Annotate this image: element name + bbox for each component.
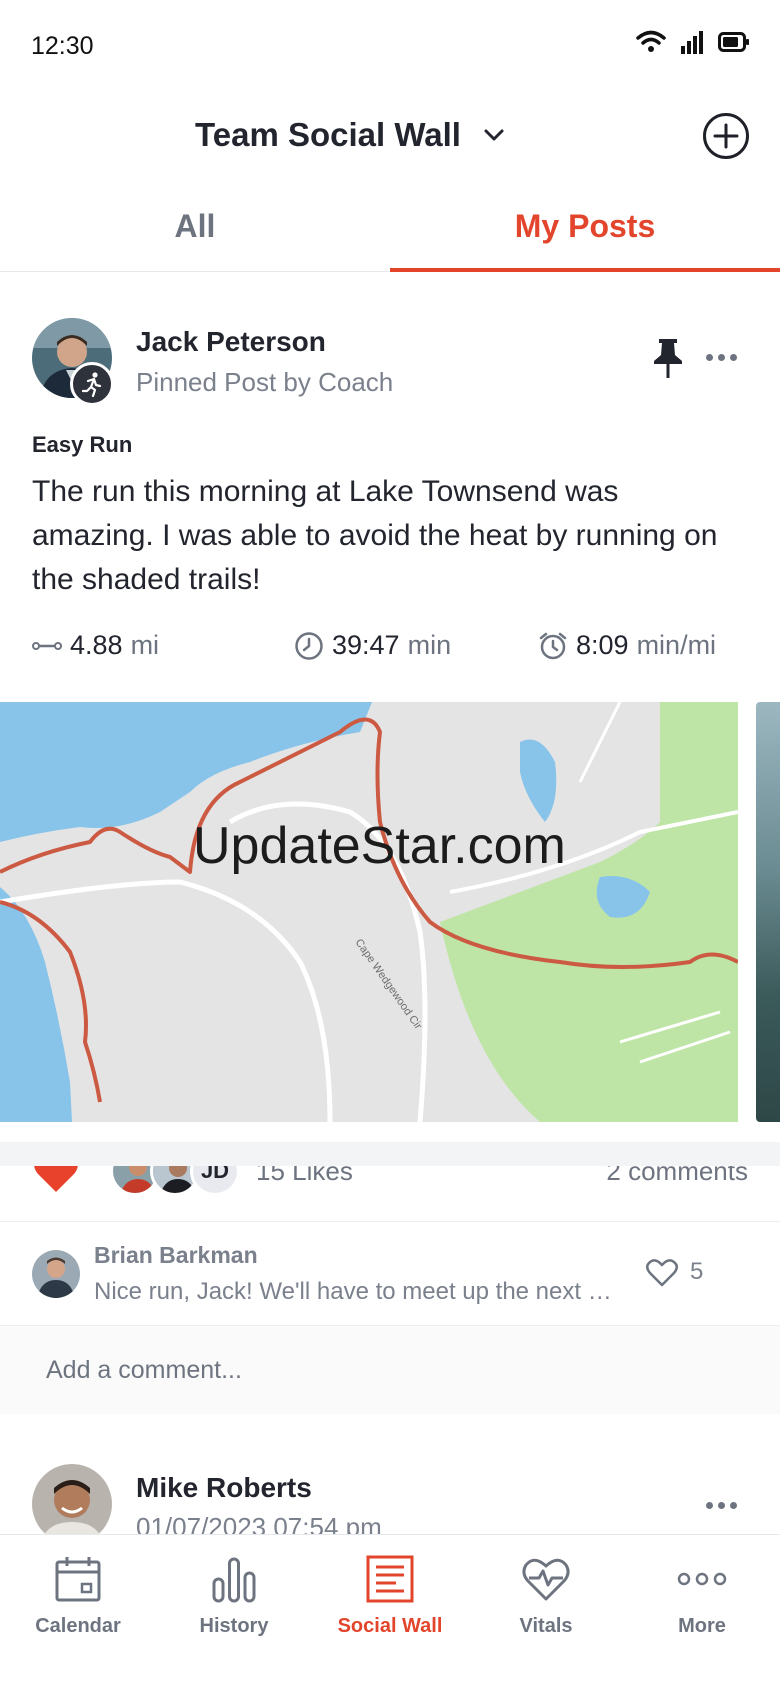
add-post-button[interactable] [702, 112, 750, 160]
nav-more[interactable]: More [624, 1551, 780, 1661]
stat-pace: 8:09 min/mi [538, 630, 716, 661]
status-time: 12:30 [31, 32, 94, 60]
header: Team Social Wall [0, 96, 780, 182]
map-watermark: UpdateStar.com [193, 817, 566, 875]
author-name[interactable]: Mike Roberts [136, 1472, 312, 1504]
bottom-nav: Calendar History Social Wall Vitals More [0, 1534, 780, 1690]
nav-vitals[interactable]: Vitals [468, 1551, 624, 1661]
post-date: 01/07/2023 07:54 pm [136, 1512, 382, 1536]
nav-label: Vitals [519, 1615, 573, 1637]
post-more-button[interactable] [706, 354, 737, 361]
post-subtitle: Pinned Post by Coach [136, 367, 394, 397]
status-bar: 12:30 [0, 0, 780, 96]
clock-icon [295, 631, 323, 660]
runner-icon [81, 372, 102, 397]
pin-icon [650, 336, 686, 385]
duration-unit: min [407, 630, 452, 660]
post-item: Mike Roberts 01/07/2023 07:54 pm [0, 1166, 780, 1536]
stat-distance: 4.88 mi [32, 630, 159, 661]
post-separator [0, 1142, 780, 1166]
distance-unit: mi [130, 630, 160, 660]
route-map[interactable]: Cape Wedgewood Cir UpdateStar.com [0, 702, 738, 1122]
alarm-icon [539, 632, 567, 659]
calendar-icon [55, 1557, 101, 1602]
more-dots-icon [706, 354, 713, 361]
page-title: Team Social Wall [195, 116, 461, 153]
activity-type: Easy Run [32, 432, 133, 457]
more-dots-icon [706, 1502, 713, 1509]
active-tab-indicator [390, 268, 780, 272]
nav-label: Social Wall [337, 1615, 443, 1637]
status-icons [636, 30, 750, 54]
distance-icon [32, 641, 62, 650]
tab-bar: All My Posts [0, 182, 780, 272]
nav-label: History [199, 1615, 269, 1637]
signal-icon [681, 31, 703, 54]
avatar[interactable] [32, 1464, 112, 1536]
tab-my-posts[interactable]: My Posts [390, 182, 780, 272]
runner-badge [70, 362, 114, 406]
heart-pulse-icon [522, 1558, 570, 1601]
chevron-down-icon [484, 129, 504, 141]
post-more-button[interactable] [706, 1502, 737, 1509]
pace-unit: min/mi [636, 630, 717, 660]
wifi-icon [636, 30, 666, 52]
newspaper-icon [366, 1555, 414, 1603]
team-selector[interactable]: Team Social Wall [0, 116, 780, 154]
bar-chart-icon [212, 1557, 256, 1603]
nav-social-wall[interactable]: Social Wall [312, 1551, 468, 1661]
nav-label: More [678, 1615, 726, 1637]
next-photo-thumbnail[interactable] [756, 702, 780, 1122]
tab-all[interactable]: All [0, 182, 390, 272]
nav-calendar[interactable]: Calendar [0, 1551, 156, 1661]
author-name[interactable]: Jack Peterson [136, 326, 326, 358]
stat-duration: 39:47 min [294, 630, 451, 661]
activity-stats: 4.88 mi 39:47 min 8:09 min/mi [32, 630, 752, 670]
more-dots-icon [677, 1572, 727, 1586]
nav-history[interactable]: History [156, 1551, 312, 1661]
battery-icon [718, 32, 749, 52]
distance-value: 4.88 [70, 630, 123, 660]
post-body: The run this morning at Lake Townsend wa… [32, 475, 718, 596]
plus-circle-icon [703, 113, 749, 159]
nav-label: Calendar [35, 1615, 121, 1637]
pace-value: 8:09 [576, 630, 629, 660]
duration-value: 39:47 [332, 630, 400, 660]
